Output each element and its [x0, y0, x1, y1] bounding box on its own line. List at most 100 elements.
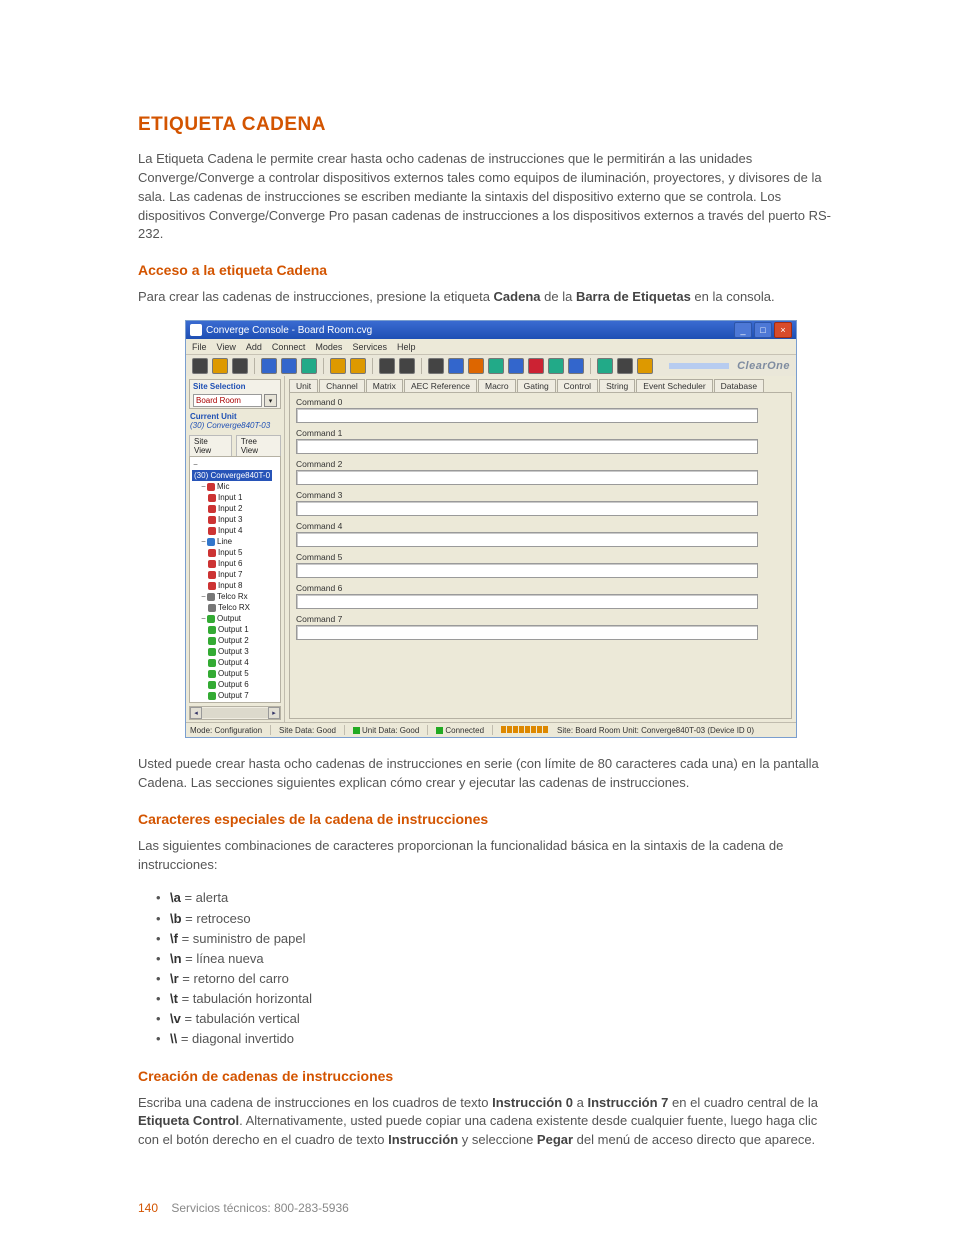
toolbar: ClearOne	[186, 355, 796, 378]
site-selection-dropdown[interactable]: Board Room	[193, 394, 262, 407]
command-label: Command 1	[296, 428, 785, 438]
tab-aec-reference[interactable]: AEC Reference	[404, 379, 477, 392]
command-2-input[interactable]	[296, 470, 758, 485]
command-0-input[interactable]	[296, 408, 758, 423]
command-7-input[interactable]	[296, 625, 758, 640]
tab-macro[interactable]: Macro	[478, 379, 516, 392]
toolbar-icon[interactable]	[261, 358, 277, 374]
create-strings-paragraph: Escriba una cadena de instrucciones en l…	[138, 1094, 838, 1151]
command-6-input[interactable]	[296, 594, 758, 609]
tab-event-scheduler[interactable]: Event Scheduler	[636, 379, 712, 392]
toolbar-icon[interactable]	[399, 358, 415, 374]
tab-gating[interactable]: Gating	[517, 379, 556, 392]
page-footer: 140 Servicios técnicos: 800-283-5936	[138, 1201, 349, 1215]
toolbar-icon[interactable]	[528, 358, 544, 374]
status-unit-data: Unit Data: Good	[353, 726, 419, 735]
menu-item[interactable]: Modes	[315, 342, 342, 352]
intro-paragraph: La Etiqueta Cadena le permite crear hast…	[138, 150, 838, 244]
section-special-chars: Caracteres especiales de la cadena de in…	[138, 811, 838, 827]
page-number: 140	[138, 1201, 158, 1215]
toolbar-icon[interactable]	[568, 358, 584, 374]
menu-item[interactable]: View	[217, 342, 236, 352]
app-icon	[190, 324, 202, 336]
status-bar: Mode: Configuration Site Data: Good Unit…	[186, 722, 796, 737]
window-title: Converge Console - Board Room.cvg	[206, 325, 372, 336]
toolbar-icon[interactable]	[281, 358, 297, 374]
toolbar-icon[interactable]	[192, 358, 208, 374]
minimize-button[interactable]: _	[734, 322, 752, 338]
current-unit-label: Current Unit	[186, 412, 284, 421]
menu-item[interactable]: File	[192, 342, 207, 352]
command-3-input[interactable]	[296, 501, 758, 516]
access-paragraph: Para crear las cadenas de instrucciones,…	[138, 288, 838, 307]
tab-strip: Unit Channel Matrix AEC Reference Macro …	[285, 376, 796, 392]
device-tree[interactable]: − (30) Converge840T-0 −Mic Input 1 Input…	[189, 456, 281, 703]
command-label: Command 7	[296, 614, 785, 624]
toolbar-icon[interactable]	[212, 358, 228, 374]
command-label: Command 3	[296, 490, 785, 500]
toolbar-icon[interactable]	[232, 358, 248, 374]
menu-item[interactable]: Connect	[272, 342, 306, 352]
status-mode: Mode: Configuration	[190, 726, 262, 735]
toolbar-icon[interactable]	[379, 358, 395, 374]
status-site-data: Site Data: Good	[279, 726, 336, 735]
scroll-right-icon[interactable]: ▸	[268, 707, 280, 719]
menu-item[interactable]: Help	[397, 342, 416, 352]
maximize-button[interactable]: □	[754, 322, 772, 338]
tree-hscrollbar[interactable]: ◂ ▸	[189, 706, 281, 720]
escape-item: \f = suministro de papel	[156, 929, 838, 949]
toolbar-icon[interactable]	[448, 358, 464, 374]
tab-matrix[interactable]: Matrix	[366, 379, 403, 392]
escape-item: \v = tabulación vertical	[156, 1009, 838, 1029]
toolbar-icon[interactable]	[350, 358, 366, 374]
toolbar-icon[interactable]	[428, 358, 444, 374]
menu-item[interactable]: Add	[246, 342, 262, 352]
tab-database[interactable]: Database	[714, 379, 764, 392]
window-titlebar: Converge Console - Board Room.cvg _ □ ×	[186, 321, 796, 339]
menu-bar: File View Add Connect Modes Services Hel…	[186, 339, 796, 355]
close-button[interactable]: ×	[774, 322, 792, 338]
escape-item: \n = línea nueva	[156, 949, 838, 969]
status-connected: Connected	[436, 726, 484, 735]
section-access: Acceso a la etiqueta Cadena	[138, 262, 838, 278]
toolbar-icon[interactable]	[468, 358, 484, 374]
escape-char-list: \a = alerta\b = retroceso\f = suministro…	[156, 888, 838, 1049]
command-label: Command 2	[296, 459, 785, 469]
command-5-input[interactable]	[296, 563, 758, 578]
escape-item: \a = alerta	[156, 888, 838, 908]
toolbar-icon[interactable]	[508, 358, 524, 374]
command-4-input[interactable]	[296, 532, 758, 547]
escape-item: \\ = diagonal invertido	[156, 1029, 838, 1049]
toolbar-icon[interactable]	[597, 358, 613, 374]
command-label: Command 6	[296, 583, 785, 593]
toolbar-icon[interactable]	[548, 358, 564, 374]
right-panel: Unit Channel Matrix AEC Reference Macro …	[285, 376, 796, 723]
toolbar-icon[interactable]	[637, 358, 653, 374]
current-unit-value: (30) Converge840T-03	[186, 421, 284, 433]
screenshot-window: Converge Console - Board Room.cvg _ □ × …	[186, 321, 796, 737]
tab-string[interactable]: String	[599, 379, 635, 392]
command-label: Command 0	[296, 397, 785, 407]
escape-item: \t = tabulación horizontal	[156, 989, 838, 1009]
special-chars-intro: Las siguientes combinaciones de caracter…	[138, 837, 838, 875]
menu-item[interactable]: Services	[352, 342, 387, 352]
left-tab-site-view[interactable]: Site View	[189, 435, 232, 456]
escape-item: \r = retorno del carro	[156, 969, 838, 989]
toolbar-icon[interactable]	[617, 358, 633, 374]
tab-control[interactable]: Control	[557, 379, 598, 392]
site-selection-label: Site Selection	[190, 380, 280, 393]
after-shot-paragraph: Usted puede crear hasta ocho cadenas de …	[138, 755, 838, 793]
left-tab-tree-view[interactable]: Tree View	[236, 435, 281, 456]
chevron-down-icon[interactable]: ▾	[264, 394, 277, 407]
left-panel: Site Selection Board Room ▾ Current Unit…	[186, 376, 285, 723]
page-title: ETIQUETA CADENA	[138, 114, 838, 136]
scroll-left-icon[interactable]: ◂	[190, 707, 202, 719]
command-label: Command 4	[296, 521, 785, 531]
tab-channel[interactable]: Channel	[319, 379, 365, 392]
tab-unit[interactable]: Unit	[289, 379, 318, 392]
brand-logo: ClearOne	[669, 360, 790, 372]
toolbar-icon[interactable]	[488, 358, 504, 374]
command-1-input[interactable]	[296, 439, 758, 454]
toolbar-icon[interactable]	[330, 358, 346, 374]
toolbar-icon[interactable]	[301, 358, 317, 374]
